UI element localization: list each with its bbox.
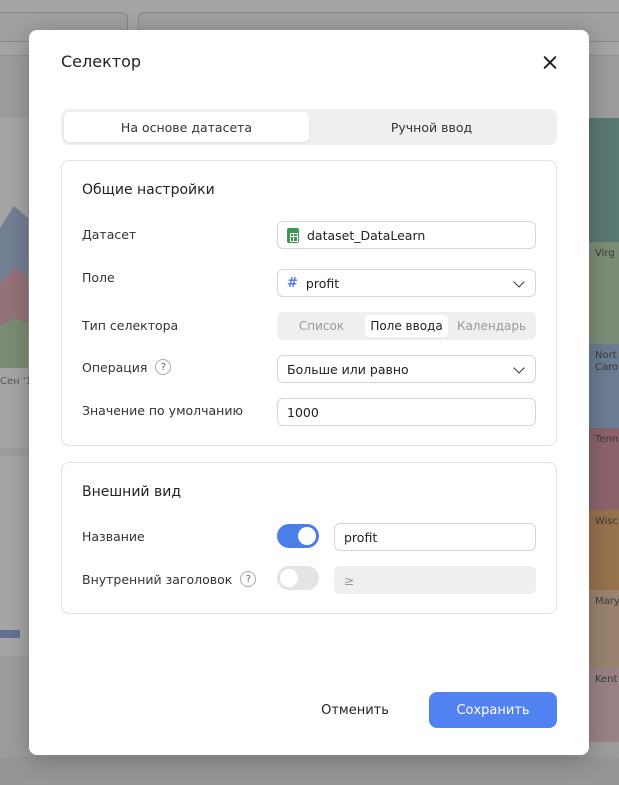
default-value: 1000 <box>287 404 319 420</box>
inner-title-input: ≥ <box>334 566 536 594</box>
general-settings-card: Общие настройки Датасет dataset_DataLear… <box>61 160 557 446</box>
appearance-card: Внешний вид Название profit Внутренний з… <box>61 462 557 614</box>
save-button[interactable]: Сохранить <box>429 692 557 728</box>
selector-type-segmented: Список Поле ввода Календарь <box>277 312 536 340</box>
hash-icon: # <box>287 275 298 291</box>
general-settings-title: Общие настройки <box>82 182 215 198</box>
dataset-select[interactable]: dataset_DataLearn <box>277 221 536 249</box>
cancel-button[interactable]: Отменить <box>309 692 401 728</box>
field-label: Поле <box>82 270 115 285</box>
operation-label: Операция ? <box>82 359 172 375</box>
name-label: Название <box>82 529 145 544</box>
selector-type-label-text: Тип селектора <box>82 318 179 333</box>
operation-label-text: Операция <box>82 359 148 375</box>
chevron-down-icon <box>512 362 526 376</box>
toggle-knob <box>298 527 316 545</box>
chevron-down-icon <box>512 276 526 290</box>
dialog-title: Селектор <box>61 52 142 71</box>
close-icon[interactable] <box>537 50 563 76</box>
operation-value: Больше или равно <box>287 361 409 377</box>
selector-type-input[interactable]: Поле ввода <box>365 315 448 337</box>
tab-dataset-based[interactable]: На основе датасета <box>64 112 309 142</box>
inner-title-label: Внутренний заголовок ? <box>82 571 257 587</box>
selector-type-calendar[interactable]: Календарь <box>450 315 533 337</box>
field-value: profit <box>305 275 340 291</box>
inner-title-label-text: Внутренний заголовок <box>82 571 233 587</box>
inner-title-value: ≥ <box>344 572 355 588</box>
field-label-text: Поле <box>82 270 115 285</box>
name-input[interactable]: profit <box>334 523 536 551</box>
field-select[interactable]: # profit <box>277 269 536 297</box>
name-toggle[interactable] <box>277 524 319 548</box>
question-icon[interactable]: ? <box>240 571 257 587</box>
operation-select[interactable]: Больше или равно <box>277 355 536 383</box>
spreadsheet-icon <box>287 227 299 243</box>
tab-manual-input[interactable]: Ручной ввод <box>309 112 554 142</box>
toggle-knob <box>280 569 298 587</box>
dataset-label-text: Датасет <box>82 227 137 242</box>
appearance-title: Внешний вид <box>82 484 182 500</box>
dataset-label: Датасет <box>82 227 136 242</box>
question-icon[interactable]: ? <box>155 359 172 375</box>
default-value-label-text: Значение по умолчанию <box>82 403 244 418</box>
default-value-input[interactable]: 1000 <box>277 398 536 426</box>
name-label-text: Название <box>82 529 145 544</box>
dataset-value: dataset_DataLearn <box>307 227 426 243</box>
inner-title-toggle[interactable] <box>277 566 319 590</box>
selector-type-list[interactable]: Список <box>280 315 363 337</box>
name-value: profit <box>344 529 378 545</box>
default-value-label: Значение по умолчанию <box>82 403 243 418</box>
source-tabs: На основе датасета Ручной ввод <box>61 109 557 145</box>
selector-dialog: Селектор На основе датасета Ручной ввод … <box>29 30 589 755</box>
selector-type-label: Тип селектора <box>82 318 178 333</box>
